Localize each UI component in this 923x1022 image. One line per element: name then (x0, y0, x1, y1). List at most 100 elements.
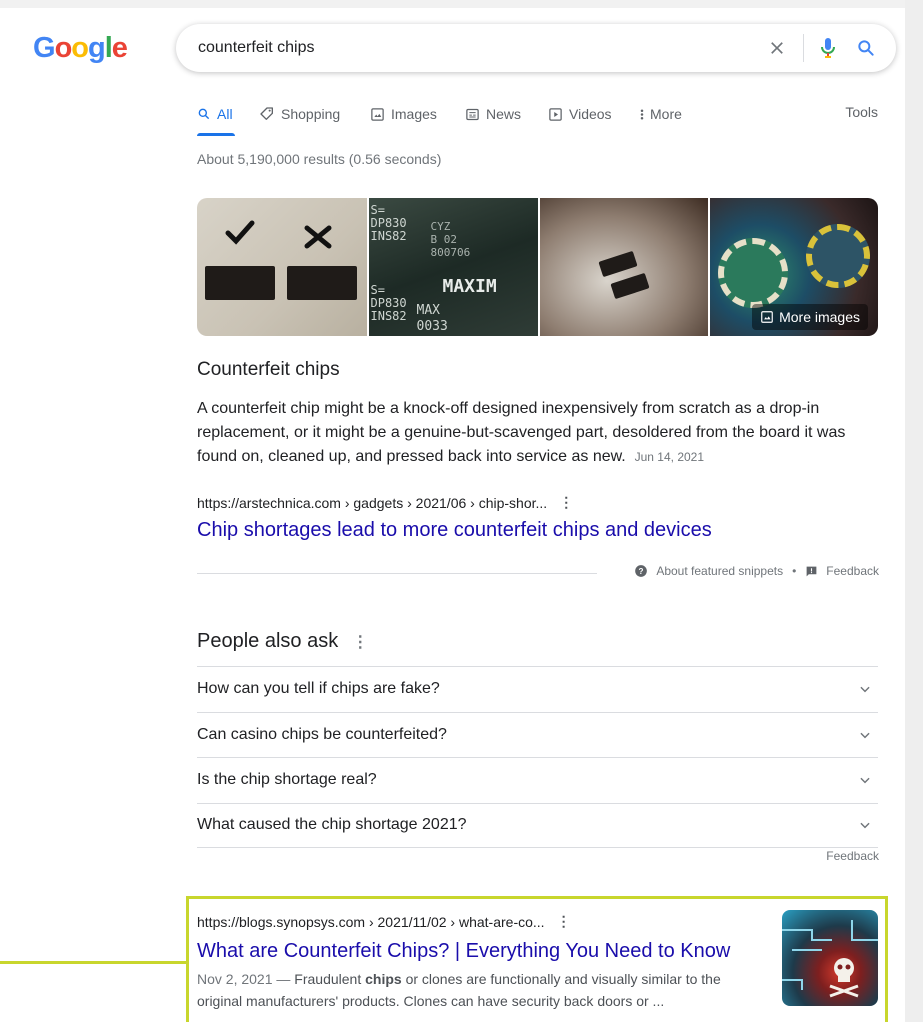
search-box[interactable]: counterfeit chips (176, 24, 896, 72)
mic-icon[interactable] (816, 36, 840, 60)
featured-snippet-url[interactable]: https://arstechnica.com › gadgets › 2021… (197, 494, 573, 511)
question-text: Can casino chips be counterfeited? (197, 725, 447, 743)
image-carousel: S= DP830 INS82 CYZ B 02 800706 S= DP830 … (197, 198, 878, 336)
chip (287, 266, 357, 300)
active-tab-indicator (197, 133, 235, 136)
search-input[interactable]: counterfeit chips (198, 39, 765, 57)
tab-label: More (650, 106, 682, 122)
search-tabs: All Shopping Images News Videos More Too… (197, 104, 878, 138)
chip-marking: 800706 (430, 246, 471, 259)
paa-question[interactable]: Can casino chips be counterfeited? (197, 711, 878, 758)
checkmark-icon (225, 220, 255, 245)
tab-label: All (217, 106, 233, 122)
play-icon (549, 107, 562, 121)
result-snippet: Nov 2, 2021 — Fraudulent chips or clones… (197, 968, 757, 1012)
people-also-ask-title: People also ask ⋮ (197, 630, 368, 653)
more-vert-icon[interactable]: ⋮ (559, 494, 573, 511)
tab-videos[interactable]: Videos (548, 104, 612, 124)
people-also-ask-list: How can you tell if chips are fake? Can … (197, 666, 878, 848)
question-text: What caused the chip shortage 2021? (197, 816, 467, 834)
tab-news[interactable]: News (465, 104, 521, 124)
skull-icon (782, 920, 878, 998)
chip-marking: INS82 (370, 309, 407, 323)
question-text: How can you tell if chips are fake? (197, 680, 440, 698)
google-logo[interactable]: Google (33, 32, 128, 65)
chip (205, 266, 275, 300)
chip-marking: 0033 (416, 319, 448, 334)
result-thumbnail[interactable] (782, 910, 878, 1006)
svg-text:?: ? (639, 567, 644, 576)
image-icon (761, 311, 773, 323)
casino-chips-photo[interactable]: More images (709, 198, 878, 336)
url-text[interactable]: https://blogs.synopsys.com › 2021/11/02 … (197, 914, 545, 930)
tab-shopping[interactable]: Shopping (259, 104, 340, 124)
feedback-link[interactable]: Feedback (826, 564, 879, 578)
chevron-down-icon (860, 732, 870, 739)
question-text: Is the chip shortage real? (197, 771, 377, 789)
chip-photo-1[interactable] (197, 198, 367, 336)
close-icon[interactable] (765, 36, 789, 60)
more-images-button[interactable]: More images (752, 304, 868, 330)
more-vert-icon[interactable]: ⋮ (352, 632, 368, 652)
tab-images[interactable]: Images (370, 104, 437, 124)
search-icon[interactable] (854, 36, 878, 60)
help-icon: ? (635, 565, 648, 577)
footer-separator: • (792, 564, 797, 578)
feedback-icon (806, 566, 817, 576)
cross-icon (304, 225, 332, 249)
top-bar (0, 0, 905, 8)
tools-button[interactable]: Tools (845, 104, 878, 120)
tab-label: Shopping (281, 106, 341, 122)
chevron-down-icon (860, 686, 870, 693)
scrollbar[interactable] (905, 0, 923, 1022)
snippet-date: Jun 14, 2021 (634, 450, 705, 464)
chip-marking: MAX (416, 303, 440, 318)
chip-photo-3[interactable] (540, 198, 708, 336)
paa-heading: People also ask (197, 630, 339, 652)
chevron-down-icon (860, 822, 870, 829)
chip-marking: INS82 (370, 229, 407, 243)
featured-snippet-link[interactable]: Chip shortages lead to more counterfeit … (197, 519, 712, 542)
paa-question[interactable]: Is the chip shortage real? (197, 757, 878, 803)
search-divider (803, 34, 804, 62)
casino-chip (717, 238, 788, 308)
url-text[interactable]: https://arstechnica.com › gadgets › 2021… (197, 495, 547, 511)
featured-snippet-footer: ? About featured snippets • Feedback (634, 564, 879, 578)
tab-label: Videos (569, 106, 612, 122)
chip-marking: B 02 (430, 233, 458, 246)
chip (598, 250, 638, 278)
result-stats: About 5,190,000 results (0.56 seconds) (197, 151, 442, 167)
chip-photo-2[interactable]: S= DP830 INS82 CYZ B 02 800706 S= DP830 … (368, 198, 538, 336)
tab-label: Images (391, 106, 437, 122)
casino-chip (805, 224, 870, 288)
image-icon (371, 107, 384, 121)
tab-more[interactable]: More (639, 104, 682, 124)
featured-snippet-text: A counterfeit chip might be a knock-off … (197, 397, 881, 469)
chip-marking: CYZ (430, 220, 451, 233)
snippet-body: A counterfeit chip might be a knock-off … (197, 400, 846, 465)
more-vert-icon[interactable]: ⋮ (557, 913, 571, 930)
more-vert-icon (640, 109, 644, 119)
news-icon (466, 108, 479, 120)
featured-snippet-title: Counterfeit chips (197, 359, 340, 380)
paa-question[interactable]: How can you tell if chips are fake? (197, 666, 878, 712)
chip (610, 272, 650, 300)
search-icon (198, 108, 210, 120)
result-date: Nov 2, 2021 — (197, 971, 295, 987)
chevron-down-icon (860, 777, 870, 784)
divider (197, 573, 597, 574)
tab-label: News (486, 106, 522, 122)
callout-line (0, 961, 186, 964)
about-snippets-link[interactable]: About featured snippets (656, 564, 783, 578)
search-results-page: Google counterfeit chips All Shopping Im… (0, 0, 905, 1022)
paa-feedback-link[interactable]: Feedback (826, 849, 879, 863)
result-title-link[interactable]: What are Counterfeit Chips? | Everything… (197, 940, 730, 963)
paa-question[interactable]: What caused the chip shortage 2021? (197, 802, 878, 848)
result-url[interactable]: https://blogs.synopsys.com › 2021/11/02 … (197, 913, 571, 930)
tag-icon (260, 107, 273, 120)
more-images-label: More images (779, 309, 860, 325)
snippet-bold: chips (365, 971, 402, 987)
tab-all[interactable]: All (197, 104, 233, 124)
chip-marking: MAXIM (442, 276, 497, 297)
snippet-text: Fraudulent (294, 971, 366, 987)
